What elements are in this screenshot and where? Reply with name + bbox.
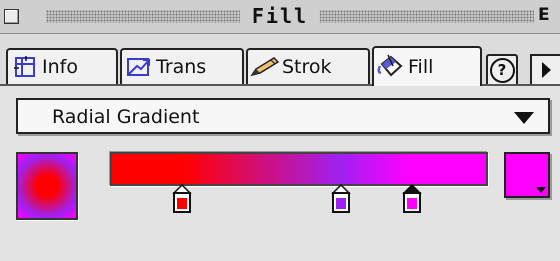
more-tabs-button[interactable] bbox=[530, 54, 560, 84]
fill-bucket-icon bbox=[374, 52, 408, 82]
gradient-preview-swatch[interactable] bbox=[16, 152, 78, 220]
color-well[interactable] bbox=[504, 152, 550, 198]
close-box-icon[interactable] bbox=[4, 9, 19, 24]
tab-bar: Info Trans Strok Fill ? bbox=[0, 34, 560, 86]
window-title: Fill bbox=[239, 4, 321, 28]
stroke-pencil-icon bbox=[248, 52, 282, 82]
gradient-stop[interactable] bbox=[402, 183, 423, 214]
help-icon: ? bbox=[489, 57, 515, 83]
tab-stroke-label: Strok bbox=[282, 56, 332, 78]
transform-icon bbox=[122, 52, 156, 82]
right-arrow-icon bbox=[542, 62, 551, 78]
fill-type-dropdown[interactable]: Radial Gradient bbox=[16, 98, 550, 134]
gradient-ramp[interactable] bbox=[110, 152, 488, 186]
title-bar[interactable]: Fill E bbox=[0, 0, 560, 34]
popup-caret-icon bbox=[536, 187, 546, 193]
gradient-stop[interactable] bbox=[330, 183, 351, 214]
tab-stroke[interactable]: Strok bbox=[246, 48, 370, 84]
info-icon bbox=[8, 52, 42, 82]
tab-transform[interactable]: Trans bbox=[120, 48, 244, 84]
tab-info[interactable]: Info bbox=[6, 48, 118, 84]
fill-panel: Radial Gradient bbox=[0, 86, 560, 261]
gradient-stop[interactable] bbox=[172, 183, 192, 214]
help-button[interactable]: ? bbox=[486, 54, 518, 84]
fill-type-value: Radial Gradient bbox=[52, 106, 200, 128]
tab-fill[interactable]: Fill bbox=[372, 46, 482, 86]
window-collapse-icon[interactable]: E bbox=[538, 4, 560, 26]
dropdown-triangle-icon bbox=[514, 112, 534, 124]
tab-info-label: Info bbox=[42, 56, 78, 78]
tab-transform-label: Trans bbox=[156, 56, 207, 78]
tab-fill-label: Fill bbox=[408, 56, 434, 78]
